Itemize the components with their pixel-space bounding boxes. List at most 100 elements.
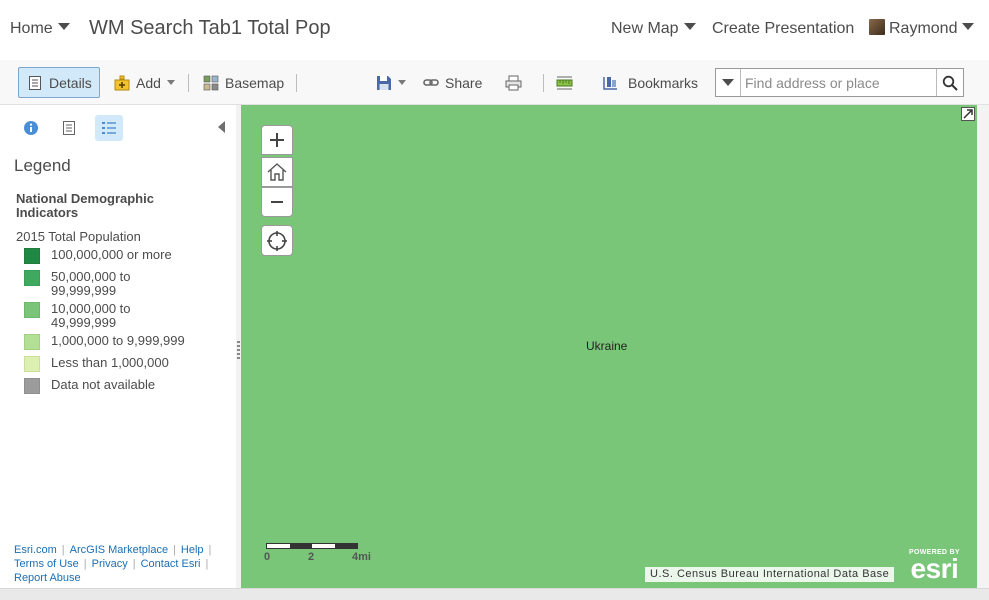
- link-icon: [423, 78, 439, 86]
- chevron-down-icon: [722, 79, 734, 86]
- add-layer-icon: [114, 75, 130, 90]
- legend-item: Less than 1,000,000: [24, 356, 211, 372]
- basemap-label: Basemap: [225, 74, 285, 91]
- new-map-menu[interactable]: New Map: [611, 20, 696, 38]
- toolbar-divider: [543, 74, 544, 92]
- scale-label-mid: 2: [308, 551, 315, 563]
- user-name: Raymond: [889, 20, 958, 37]
- chevron-down-icon: [962, 23, 975, 31]
- window-bottom-edge: [0, 588, 989, 600]
- create-presentation-link[interactable]: Create Presentation: [712, 20, 854, 38]
- legend-swatch: [24, 334, 40, 350]
- contact-link[interactable]: Contact Esri: [141, 557, 201, 571]
- country-label: Ukraine: [586, 339, 628, 353]
- save-icon: [377, 75, 391, 90]
- legend-label: Data not available: [51, 377, 156, 392]
- tab-legend[interactable]: [95, 115, 123, 141]
- search-icon: [942, 75, 958, 91]
- plus-icon: [270, 133, 284, 147]
- print-icon: [505, 75, 522, 90]
- expand-icon[interactable]: [961, 107, 975, 121]
- tab-about[interactable]: [17, 115, 45, 141]
- zoom-in-button[interactable]: [261, 125, 293, 155]
- chevron-down-icon: [398, 80, 406, 85]
- legend-item: Data not available: [24, 378, 211, 394]
- search-box: [715, 68, 964, 97]
- toolbar-divider: [188, 74, 189, 92]
- report-abuse-link[interactable]: Report Abuse: [14, 571, 81, 585]
- bookmark-icon: [603, 76, 617, 90]
- scale-bar: 0 2 4mi: [264, 543, 371, 563]
- legend-swatch: [24, 302, 40, 318]
- home-menu[interactable]: Home: [10, 20, 70, 38]
- toolbar-divider: [296, 74, 297, 92]
- basemap-icon: [203, 75, 219, 90]
- esri-com-link[interactable]: Esri.com: [14, 543, 57, 557]
- esri-logo[interactable]: POWERED BY esri: [909, 549, 960, 584]
- legend-label: Less than 1,000,000: [51, 355, 169, 370]
- search-input[interactable]: [741, 69, 936, 96]
- details-button[interactable]: Details: [18, 67, 100, 98]
- details-icon: [29, 75, 41, 90]
- window-edge: [977, 105, 989, 588]
- legend-field-name: 2015 Total Population: [16, 229, 141, 244]
- map-view[interactable]: Ukraine 0 2 4mi U.S. Census Bureau Inter…: [241, 105, 977, 588]
- tab-content[interactable]: [55, 115, 83, 141]
- print-button[interactable]: [505, 67, 528, 98]
- legend-swatch: [24, 356, 40, 372]
- drag-handle-icon[interactable]: [237, 341, 240, 359]
- legend-swatch: [24, 248, 40, 264]
- legend-swatch: [24, 378, 40, 394]
- user-menu[interactable]: Raymond: [869, 18, 975, 38]
- app-header: Home WM Search Tab1 Total Pop New Map Cr…: [0, 0, 989, 60]
- legend-item: 100,000,000 or more: [24, 248, 211, 264]
- legend-layer-name: National Demographic Indicators: [16, 191, 154, 220]
- legend-item: 50,000,000 to 99,999,999: [24, 270, 161, 298]
- add-label: Add: [136, 74, 161, 91]
- collapse-panel-icon[interactable]: [218, 121, 225, 133]
- legend-label: 1,000,000 to 9,999,999: [51, 333, 185, 348]
- legend-list-icon: [102, 122, 116, 134]
- bookmarks-button[interactable]: Bookmarks: [602, 67, 698, 98]
- share-button[interactable]: Share: [423, 67, 482, 98]
- legend-label: 10,000,000 to 49,999,999: [51, 301, 131, 330]
- marketplace-link[interactable]: ArcGIS Marketplace: [70, 543, 168, 557]
- panel-footer: Esri.com | ArcGIS Marketplace | Help | Term…: [14, 543, 212, 585]
- scale-label-end: 4mi: [352, 551, 371, 563]
- terms-link[interactable]: Terms of Use: [14, 557, 79, 571]
- home-icon: [267, 163, 287, 181]
- home-label: Home: [10, 20, 53, 37]
- basemap-button[interactable]: Basemap: [203, 67, 284, 98]
- save-button[interactable]: [376, 67, 406, 98]
- chevron-down-icon: [57, 23, 70, 31]
- info-icon: [24, 121, 38, 135]
- search-button[interactable]: [936, 69, 963, 96]
- legend-label: 100,000,000 or more: [51, 247, 172, 262]
- scale-label-start: 0: [264, 551, 271, 563]
- content-icon: [63, 121, 75, 135]
- default-extent-button[interactable]: [261, 157, 293, 187]
- measure-button[interactable]: [556, 67, 579, 98]
- chevron-down-icon: [166, 80, 175, 85]
- legend-swatch: [24, 270, 40, 286]
- locate-button[interactable]: [261, 225, 293, 256]
- chevron-down-icon: [683, 23, 696, 31]
- map-attribution: U.S. Census Bureau International Data Ba…: [645, 567, 895, 582]
- minus-icon: [271, 201, 283, 203]
- locate-icon: [267, 230, 287, 251]
- esri-logo-text: esri: [910, 553, 959, 584]
- zoom-out-button[interactable]: [261, 187, 293, 217]
- add-button[interactable]: Add: [114, 67, 175, 98]
- new-map-label: New Map: [611, 20, 679, 37]
- privacy-link[interactable]: Privacy: [92, 557, 128, 571]
- avatar: [869, 18, 885, 35]
- details-panel: Legend National Demographic Indicators 2…: [0, 105, 236, 588]
- bookmarks-label: Bookmarks: [628, 74, 699, 91]
- help-link[interactable]: Help: [181, 543, 204, 557]
- map-title: WM Search Tab1 Total Pop: [89, 17, 331, 39]
- search-source-dropdown[interactable]: [716, 69, 741, 96]
- legend-item: 10,000,000 to 49,999,999: [24, 302, 161, 330]
- legend-label: 50,000,000 to 99,999,999: [51, 269, 131, 298]
- measure-icon: [556, 76, 573, 89]
- details-label: Details: [49, 74, 92, 91]
